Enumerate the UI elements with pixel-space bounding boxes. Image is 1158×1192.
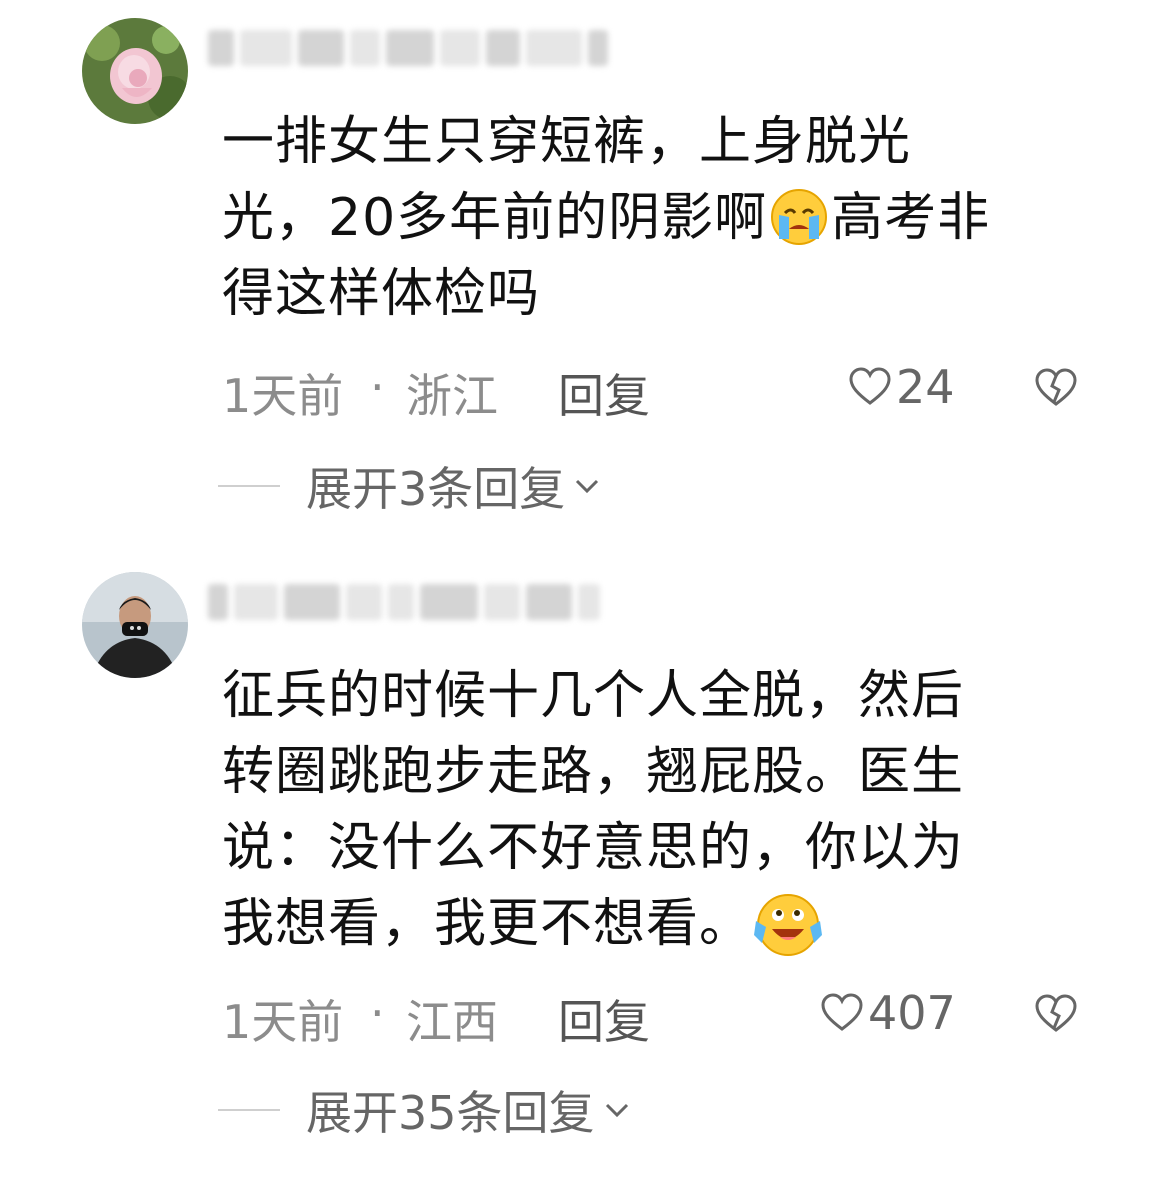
avatar[interactable] (82, 18, 188, 124)
broken-heart-icon[interactable] (1034, 992, 1078, 1036)
divider-line (218, 1109, 280, 1111)
like-button[interactable]: 407 (820, 986, 956, 1040)
comment-meta: 1天前 · 浙江 回复 24 (222, 360, 1082, 423)
avatar[interactable] (82, 572, 188, 678)
reply-button[interactable]: 回复 (558, 986, 650, 1052)
timestamp: 1天前 (222, 369, 344, 423)
comment-line-part: 我想看，我更不想看。 (222, 894, 753, 954)
heart-icon (821, 993, 863, 1031)
timestamp: 1天前 (222, 995, 344, 1049)
expand-replies-label: 展开3条回复 (306, 462, 566, 516)
expand-replies-label: 展开35条回复 (306, 1086, 595, 1140)
comment-line: 征兵的时候十几个人全脱，然后 (222, 666, 965, 726)
separator: · (370, 986, 385, 1040)
comment-line: 得这样体检吗 (222, 264, 541, 324)
laugh-cry-emoji-icon (752, 891, 824, 959)
chevron-down-icon (576, 479, 599, 494)
comment-text: 一排女生只穿短裤，上身脱光 光，20多年前的阴影啊 高考非 得这样体检吗 (222, 104, 1102, 332)
comment-line: 转圈跳跑步走路，翘屁股。医生 (222, 742, 965, 802)
comment-meta: 1天前 · 江西 回复 407 (222, 986, 1082, 1049)
comment-line: 一排女生只穿短裤，上身脱光 (222, 112, 912, 172)
like-count: 407 (868, 986, 956, 1040)
heart-icon (849, 367, 891, 405)
expand-replies-button[interactable]: 展开3条回复 (218, 456, 603, 516)
location: 江西 (406, 995, 498, 1049)
expand-replies-button[interactable]: 展开35条回复 (218, 1080, 633, 1140)
divider-line (218, 485, 280, 487)
reply-button[interactable]: 回复 (558, 360, 650, 426)
separator: · (370, 360, 385, 414)
like-button[interactable]: 24 (848, 360, 955, 414)
crying-emoji-icon (767, 187, 831, 247)
comment-text: 征兵的时候十几个人全脱，然后 转圈跳跑步走路，翘屁股。医生 说：没什么不好意思的… (222, 658, 1102, 962)
chevron-down-icon (605, 1103, 628, 1118)
broken-heart-icon[interactable] (1034, 366, 1078, 410)
comment-line: 光，20多年前的阴影啊 高考非 (222, 180, 1102, 256)
comment-line: 说：没什么不好意思的，你以为 (222, 818, 965, 878)
like-count: 24 (896, 360, 955, 414)
comment-line: 我想看，我更不想看。 (222, 886, 1102, 962)
username[interactable] (208, 28, 608, 68)
comment-line-part: 高考非 (831, 188, 991, 248)
location: 浙江 (406, 369, 498, 423)
comment-line-part: 光，20多年前的阴影啊 (222, 188, 768, 248)
username[interactable] (208, 582, 600, 622)
